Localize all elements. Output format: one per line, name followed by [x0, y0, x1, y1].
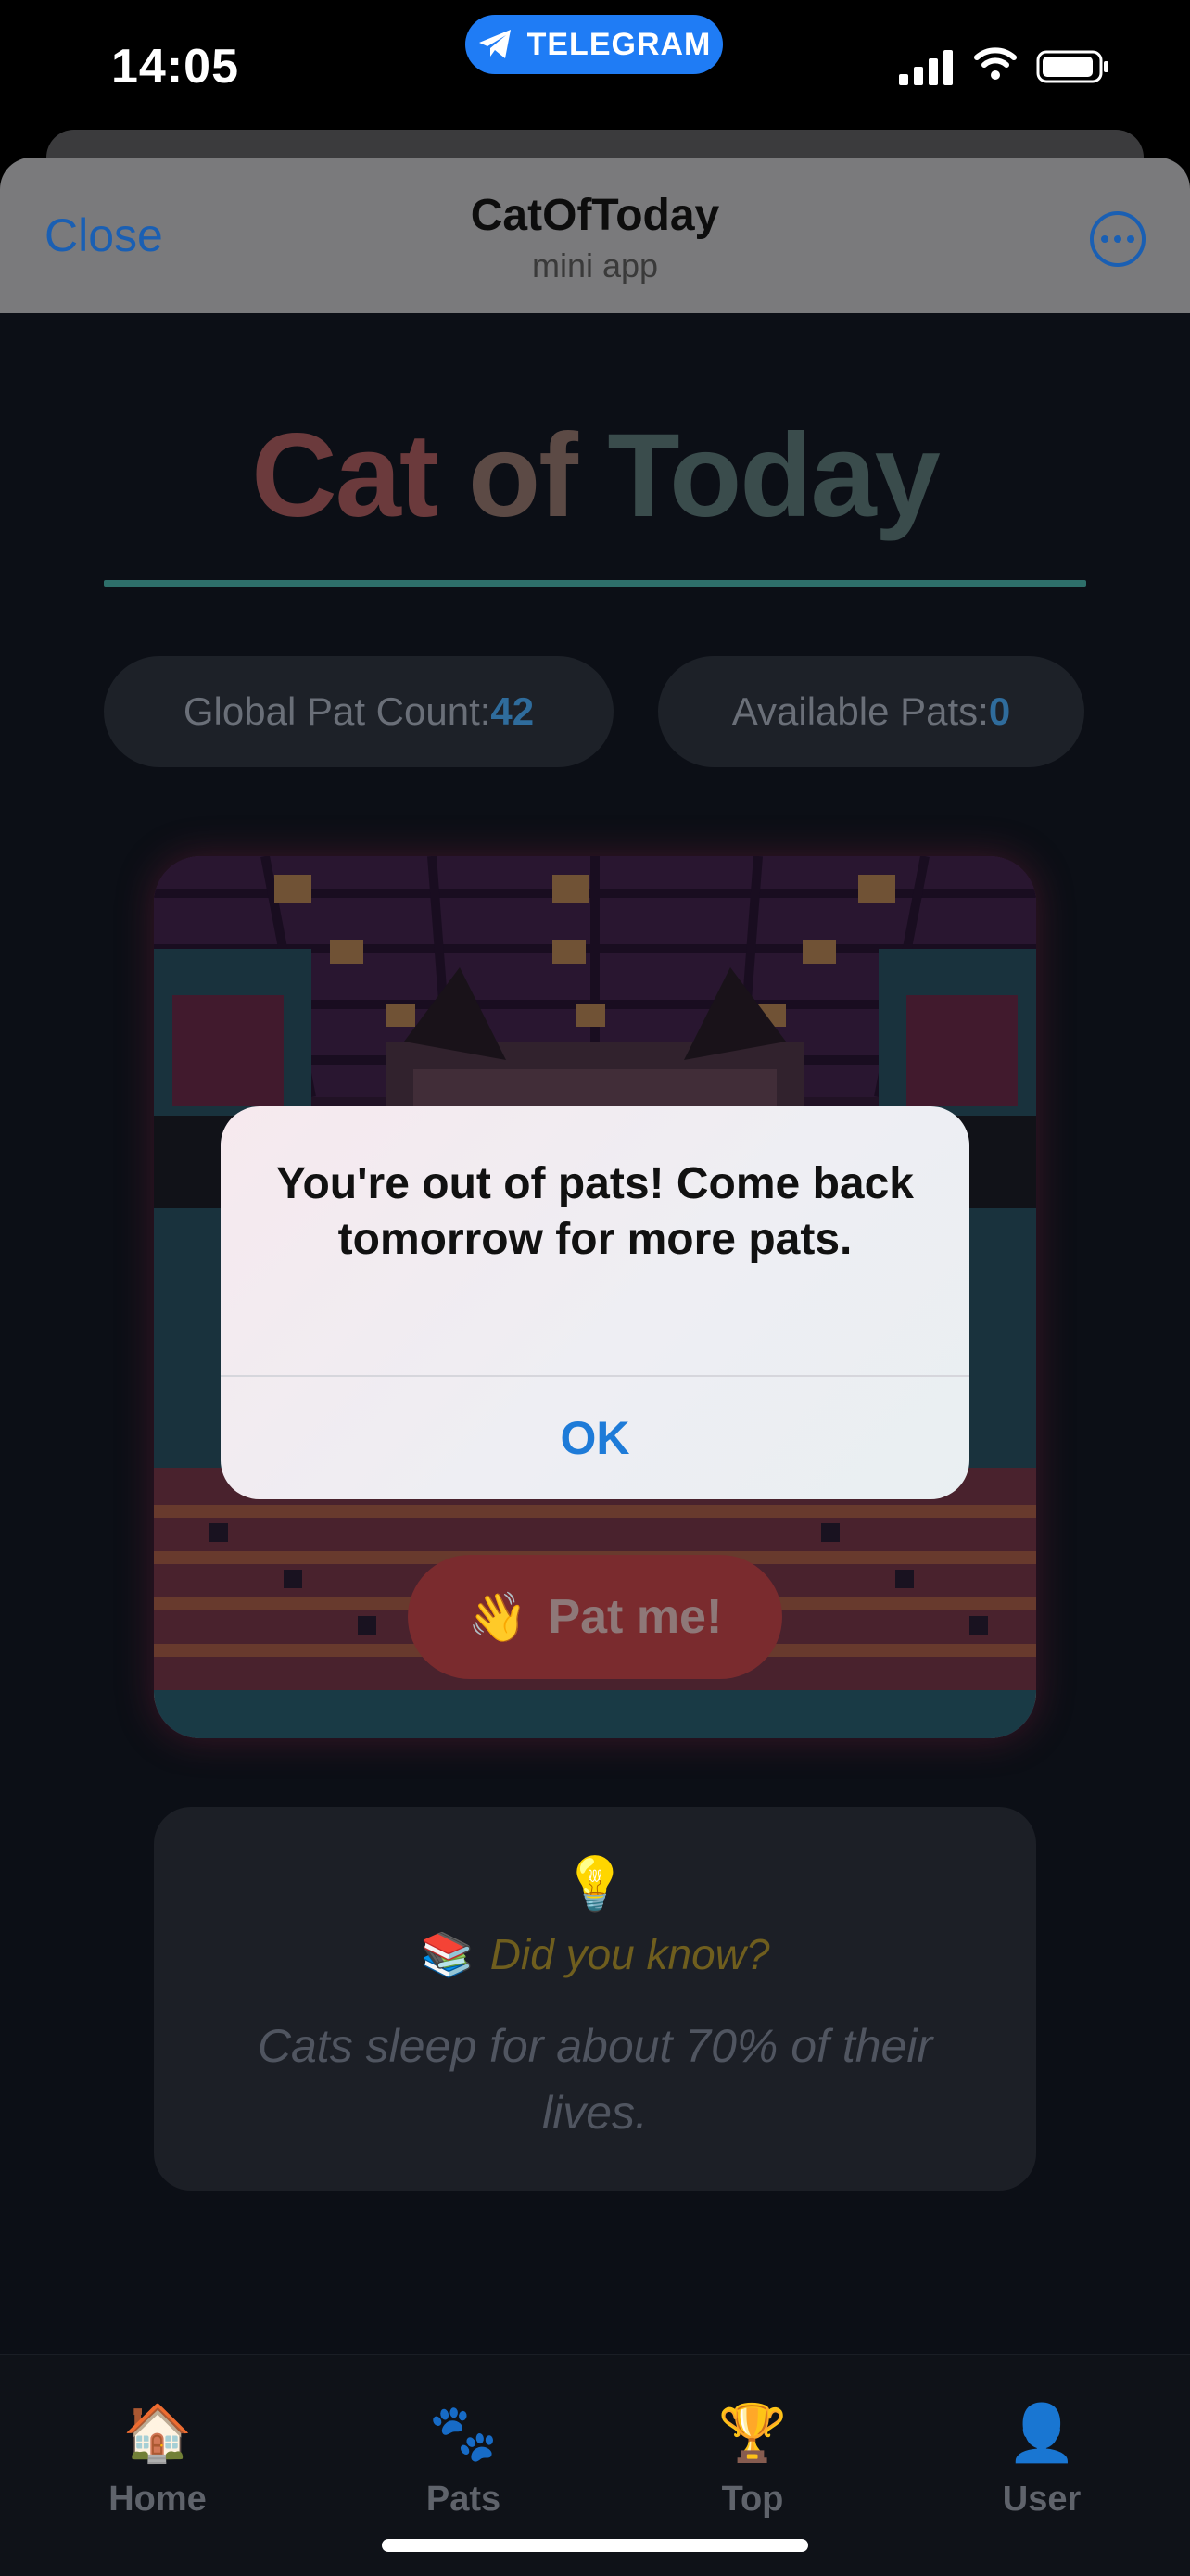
- telegram-icon: [478, 30, 511, 58]
- cellular-signal-icon: [899, 50, 953, 85]
- books-icon: 📚: [420, 1930, 474, 1978]
- user-icon: 👤: [1006, 2402, 1077, 2464]
- battery-icon: [1036, 50, 1108, 83]
- status-time: 14:05: [111, 40, 239, 94]
- pat-me-button[interactable]: 👋 Pat me!: [408, 1555, 782, 1679]
- title-word-today: Today: [607, 410, 940, 542]
- telegram-pill[interactable]: TELEGRAM: [465, 15, 723, 74]
- app-title: CatOfToday: [470, 191, 720, 240]
- telegram-label: TELEGRAM: [526, 26, 712, 62]
- nav-label-user: User: [1002, 2480, 1082, 2519]
- page-title: Cat of Today: [0, 408, 1190, 544]
- paw-prints-icon: 🐾: [428, 2402, 499, 2464]
- waving-hand-icon: 👋: [467, 1590, 528, 1645]
- alert-message: You're out of pats! Come back tomorrow f…: [276, 1159, 914, 1264]
- global-pat-value: 42: [490, 689, 535, 733]
- global-pat-label: Global Pat Count:: [183, 689, 491, 733]
- cat-fact-text: Cats sleep for about 70% of their lives.: [257, 2020, 933, 2139]
- global-pat-count: Global Pat Count: 42: [104, 656, 614, 767]
- nav-label-home: Home: [108, 2480, 207, 2519]
- nav-item-pats[interactable]: 🐾 Pats: [371, 2400, 556, 2519]
- available-pats-value: 0: [988, 689, 1011, 733]
- did-you-know-label: Did you know?: [489, 1930, 770, 1978]
- app-subtitle: mini app: [531, 246, 659, 284]
- more-options-icon[interactable]: [1090, 211, 1146, 267]
- available-pats-label: Available Pats:: [731, 689, 989, 733]
- nav-item-top[interactable]: 🏆 Top: [660, 2400, 845, 2519]
- title-divider: [104, 580, 1086, 587]
- available-pats: Available Pats: 0: [658, 656, 1084, 767]
- nav-item-home[interactable]: 🏠 Home: [65, 2400, 250, 2519]
- home-icon: 🏠: [122, 2402, 193, 2464]
- nav-label-pats: Pats: [425, 2480, 501, 2519]
- alert-ok-button[interactable]: OK: [221, 1377, 969, 1499]
- lightbulb-icon: 💡: [563, 1854, 627, 1913]
- pat-me-label: Pat me!: [548, 1590, 723, 1644]
- title-word-of: of: [468, 410, 578, 542]
- out-of-pats-alert: You're out of pats! Come back tomorrow f…: [221, 1106, 969, 1499]
- nav-item-user[interactable]: 👤 User: [949, 2400, 1134, 2519]
- did-you-know-heading: 📚 Did you know?: [0, 1929, 1190, 1980]
- wifi-icon: [974, 47, 1017, 80]
- home-indicator[interactable]: [382, 2539, 808, 2552]
- trophy-icon: 🏆: [717, 2402, 788, 2464]
- nav-label-top: Top: [721, 2480, 784, 2519]
- title-word-cat: Cat: [251, 410, 438, 542]
